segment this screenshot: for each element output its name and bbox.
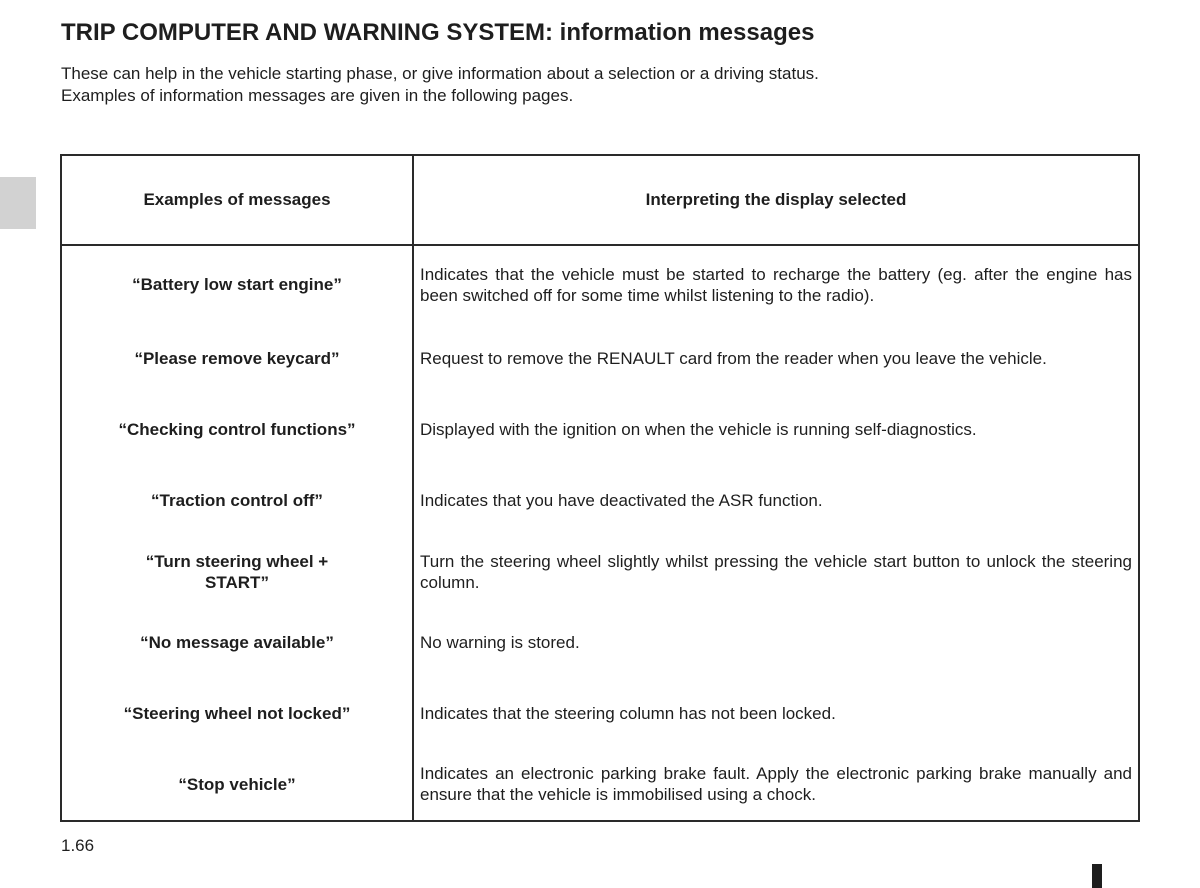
message-cell: “Battery low start engine” — [61, 245, 414, 324]
page-title: TRIP COMPUTER AND WARNING SYSTEM: inform… — [61, 19, 815, 46]
message-cell: “No message available” — [61, 607, 414, 679]
interpretation-cell: Indicates an electronic parking brake fa… — [420, 764, 1132, 805]
message-cell: “Checking control functions” — [61, 394, 414, 466]
table-row: “Steering wheel not locked” Indicates th… — [61, 678, 1139, 749]
table-row: “Turn steering wheel + START” Turn the s… — [61, 536, 1139, 608]
interpretation-cell: No warning is stored. — [420, 633, 580, 653]
table-row: “Stop vehicle” Indicates an electronic p… — [61, 748, 1139, 821]
interpretation-cell: Turn the steering wheel slightly whilst … — [420, 551, 1132, 592]
page-number: 1.66 — [61, 836, 95, 855]
interpretation-cell: Displayed with the ignition on when the … — [420, 420, 977, 440]
section-tab-marker — [0, 177, 36, 229]
interpretation-cell: Indicates that the steering column has n… — [420, 703, 836, 723]
message-cell: “Traction control off” — [61, 465, 414, 537]
message-cell: “Stop vehicle” — [61, 748, 414, 821]
table-row: “Checking control functions” Displayed w… — [61, 394, 1139, 466]
interpretation-cell: Indicates that you have deactivated the … — [420, 491, 823, 511]
intro-line: Examples of information messages are giv… — [61, 86, 574, 105]
page-edge-marker — [1092, 864, 1102, 888]
intro-text: These can help in the vehicle starting p… — [61, 63, 819, 107]
table-header-row: Examples of messages Interpreting the di… — [60, 154, 1140, 246]
message-cell: “Please remove keycard” — [61, 323, 414, 395]
column-header-interpretation: Interpreting the display selected — [412, 154, 1140, 246]
messages-table: Examples of messages Interpreting the di… — [60, 154, 1140, 822]
table-row: “Please remove keycard” Request to remov… — [61, 323, 1139, 395]
table-row: “Battery low start engine” Indicates tha… — [61, 245, 1139, 324]
message-cell: “Turn steering wheel + START” — [61, 536, 414, 608]
column-header-messages: Examples of messages — [60, 154, 414, 246]
interpretation-cell: Indicates that the vehicle must be start… — [420, 264, 1132, 305]
table-row: “Traction control off” Indicates that yo… — [61, 465, 1139, 537]
interpretation-cell: Request to remove the RENAULT card from … — [420, 349, 1047, 369]
table-row: “No message available” No warning is sto… — [61, 607, 1139, 679]
message-cell: “Steering wheel not locked” — [61, 678, 414, 749]
intro-line: These can help in the vehicle starting p… — [61, 64, 819, 83]
